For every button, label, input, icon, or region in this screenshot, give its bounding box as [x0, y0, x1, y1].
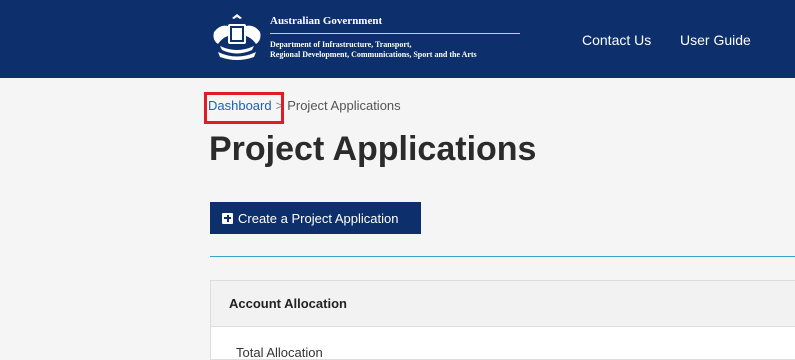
dashboard-highlight-box: [204, 92, 284, 124]
government-branding: Australian Government Department of Infr…: [270, 15, 520, 59]
section-divider: [210, 256, 795, 257]
site-header: Australian Government Department of Infr…: [0, 0, 795, 78]
department-line-1: Department of Infrastructure, Transport,: [270, 40, 412, 49]
page-title: Project Applications: [209, 130, 537, 168]
create-button-label: Create a Project Application: [238, 210, 399, 226]
create-project-application-button[interactable]: Create a Project Application: [210, 202, 421, 234]
coat-of-arms-icon: [213, 14, 261, 60]
total-allocation-label: Total Allocation: [236, 345, 323, 360]
plus-square-icon: [222, 212, 233, 224]
department-line-2: Regional Development, Communications, Sp…: [270, 50, 477, 59]
user-guide-link[interactable]: User Guide: [680, 32, 751, 48]
department-name: Department of Infrastructure, Transport,…: [270, 40, 477, 60]
contact-us-link[interactable]: Contact Us: [582, 32, 651, 48]
government-title: Australian Government: [270, 15, 383, 27]
account-allocation-panel: Account Allocation Total Allocation: [210, 280, 795, 360]
branding-divider: [270, 33, 520, 34]
panel-header: Account Allocation: [211, 281, 795, 327]
breadcrumb-current: Project Applications: [287, 98, 401, 113]
